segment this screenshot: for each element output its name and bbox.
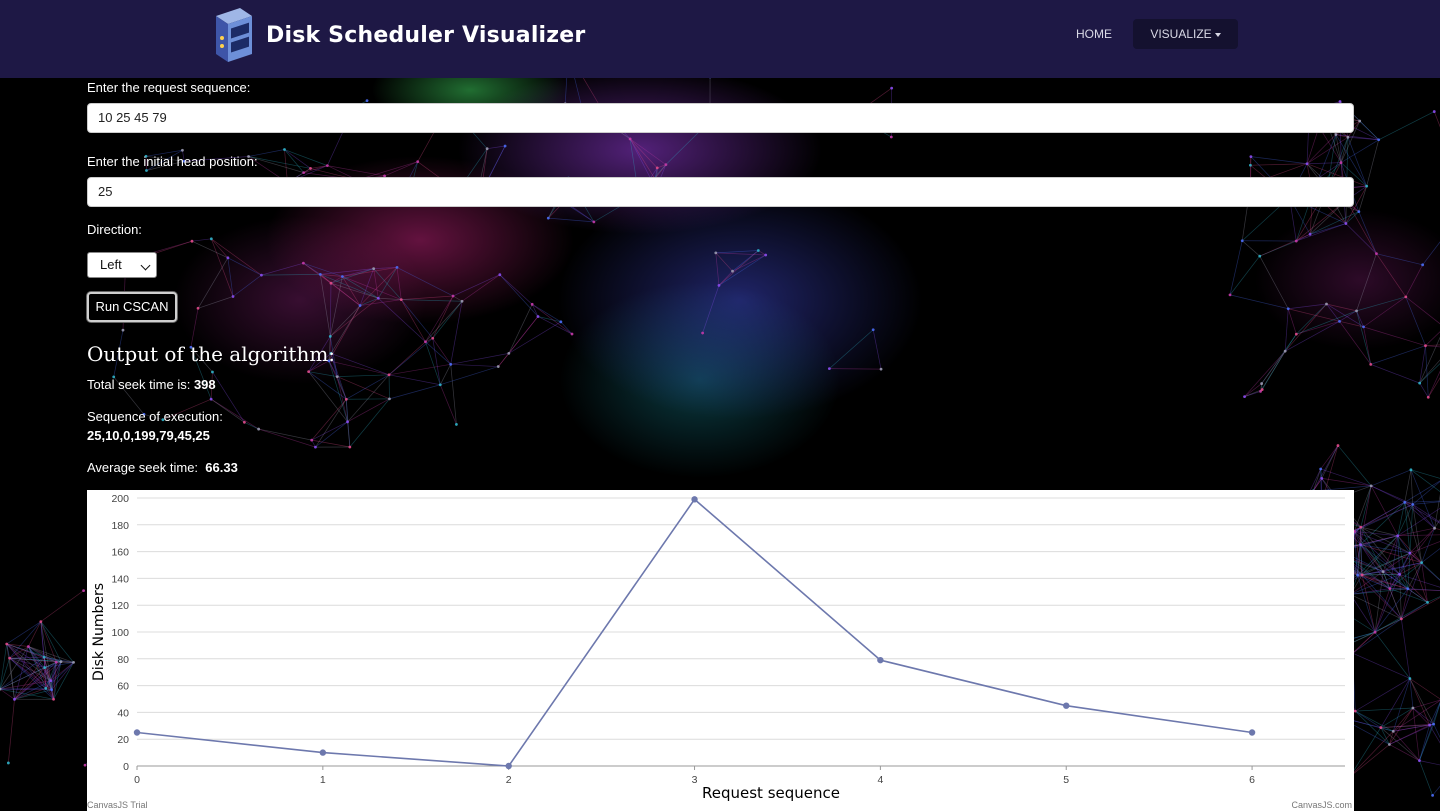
server-logo-icon (216, 8, 252, 62)
x-tick-label: 0 (134, 774, 140, 786)
navbar: Disk Scheduler Visualizer HOME VISUALIZE (0, 0, 1440, 78)
direction-select[interactable]: Left (87, 252, 157, 278)
head-position-label: Enter the initial head position: (87, 154, 258, 169)
sequence-value-text: 25,10,0,199,79,45,25 (87, 428, 210, 443)
data-point[interactable] (319, 749, 327, 756)
y-tick-label: 140 (111, 573, 129, 585)
x-axis-title: Request sequence (702, 784, 840, 802)
chart-trial-label: CanvasJS Trial (87, 800, 148, 810)
y-tick-label: 200 (111, 493, 129, 505)
total-seek-label: Total seek time is: (87, 377, 191, 392)
x-tick-label: 6 (1249, 774, 1255, 786)
x-tick-label: 2 (506, 774, 512, 786)
total-seek-value: 398 (193, 377, 216, 392)
x-tick-label: 5 (1063, 774, 1069, 786)
brand-title: Disk Scheduler Visualizer (266, 22, 586, 48)
sequence-label: Sequence of execution: (87, 409, 223, 424)
y-tick-label: 100 (111, 627, 129, 639)
caret-down-icon (1214, 32, 1221, 37)
y-tick-label: 120 (111, 600, 129, 612)
head-position-input[interactable]: 25 (87, 177, 1354, 207)
y-tick-label: 40 (117, 707, 129, 719)
direction-select-value: Left (100, 257, 122, 272)
seek-chart: 0 20 40 60 80 100 120 140 160 180 200 0 1 2 3 4 5 6 Reques… (87, 490, 1354, 811)
data-point[interactable] (877, 656, 884, 664)
total-seek-line: Total seek time is: 398 (87, 377, 216, 392)
y-tick-label: 160 (111, 547, 129, 559)
chevron-down-icon (140, 260, 151, 271)
y-tick-label: 0 (123, 761, 129, 773)
y-tick-label: 60 (117, 681, 129, 693)
direction-label: Direction: (87, 222, 142, 237)
brand[interactable]: Disk Scheduler Visualizer (208, 4, 585, 66)
nav-home-link[interactable]: HOME (1066, 20, 1122, 48)
data-point[interactable] (691, 496, 698, 503)
data-point[interactable] (1063, 702, 1070, 709)
y-tick-label: 180 (111, 520, 129, 532)
nav-visualize-dropdown[interactable]: VISUALIZE (1133, 19, 1238, 49)
data-point[interactable] (505, 762, 512, 770)
nav-visualize-label: VISUALIZE (1150, 27, 1212, 41)
average-seek-label: Average seek time: (87, 460, 199, 475)
average-seek-value: 66.33 (205, 460, 238, 475)
sequence-value: 25,10,0,199,79,45,25 (87, 428, 210, 443)
x-tick-label: 4 (877, 774, 883, 786)
x-tick-label: 1 (320, 774, 326, 786)
y-tick-label: 80 (117, 654, 129, 666)
request-sequence-label: Enter the request sequence: (87, 80, 251, 95)
run-cscan-button[interactable]: Run CSCAN (87, 292, 177, 322)
series-line (136, 498, 1253, 767)
data-point[interactable] (133, 729, 141, 736)
data-point[interactable] (1248, 729, 1256, 736)
request-sequence-input[interactable]: 10 25 45 79 (87, 103, 1354, 133)
x-tick-label: 3 (692, 774, 698, 786)
y-axis-title: Disk Numbers (91, 583, 107, 681)
chart-credit-label[interactable]: CanvasJS.com (1291, 800, 1352, 810)
average-seek-line: Average seek time: 66.33 (87, 460, 238, 475)
seek-chart-svg: 0 20 40 60 80 100 120 140 160 180 200 0 1 2 3 4 5 6 Reques… (91, 493, 1345, 802)
y-tick-label: 20 (117, 734, 129, 746)
output-heading: Output of the algorithm: (87, 342, 336, 366)
